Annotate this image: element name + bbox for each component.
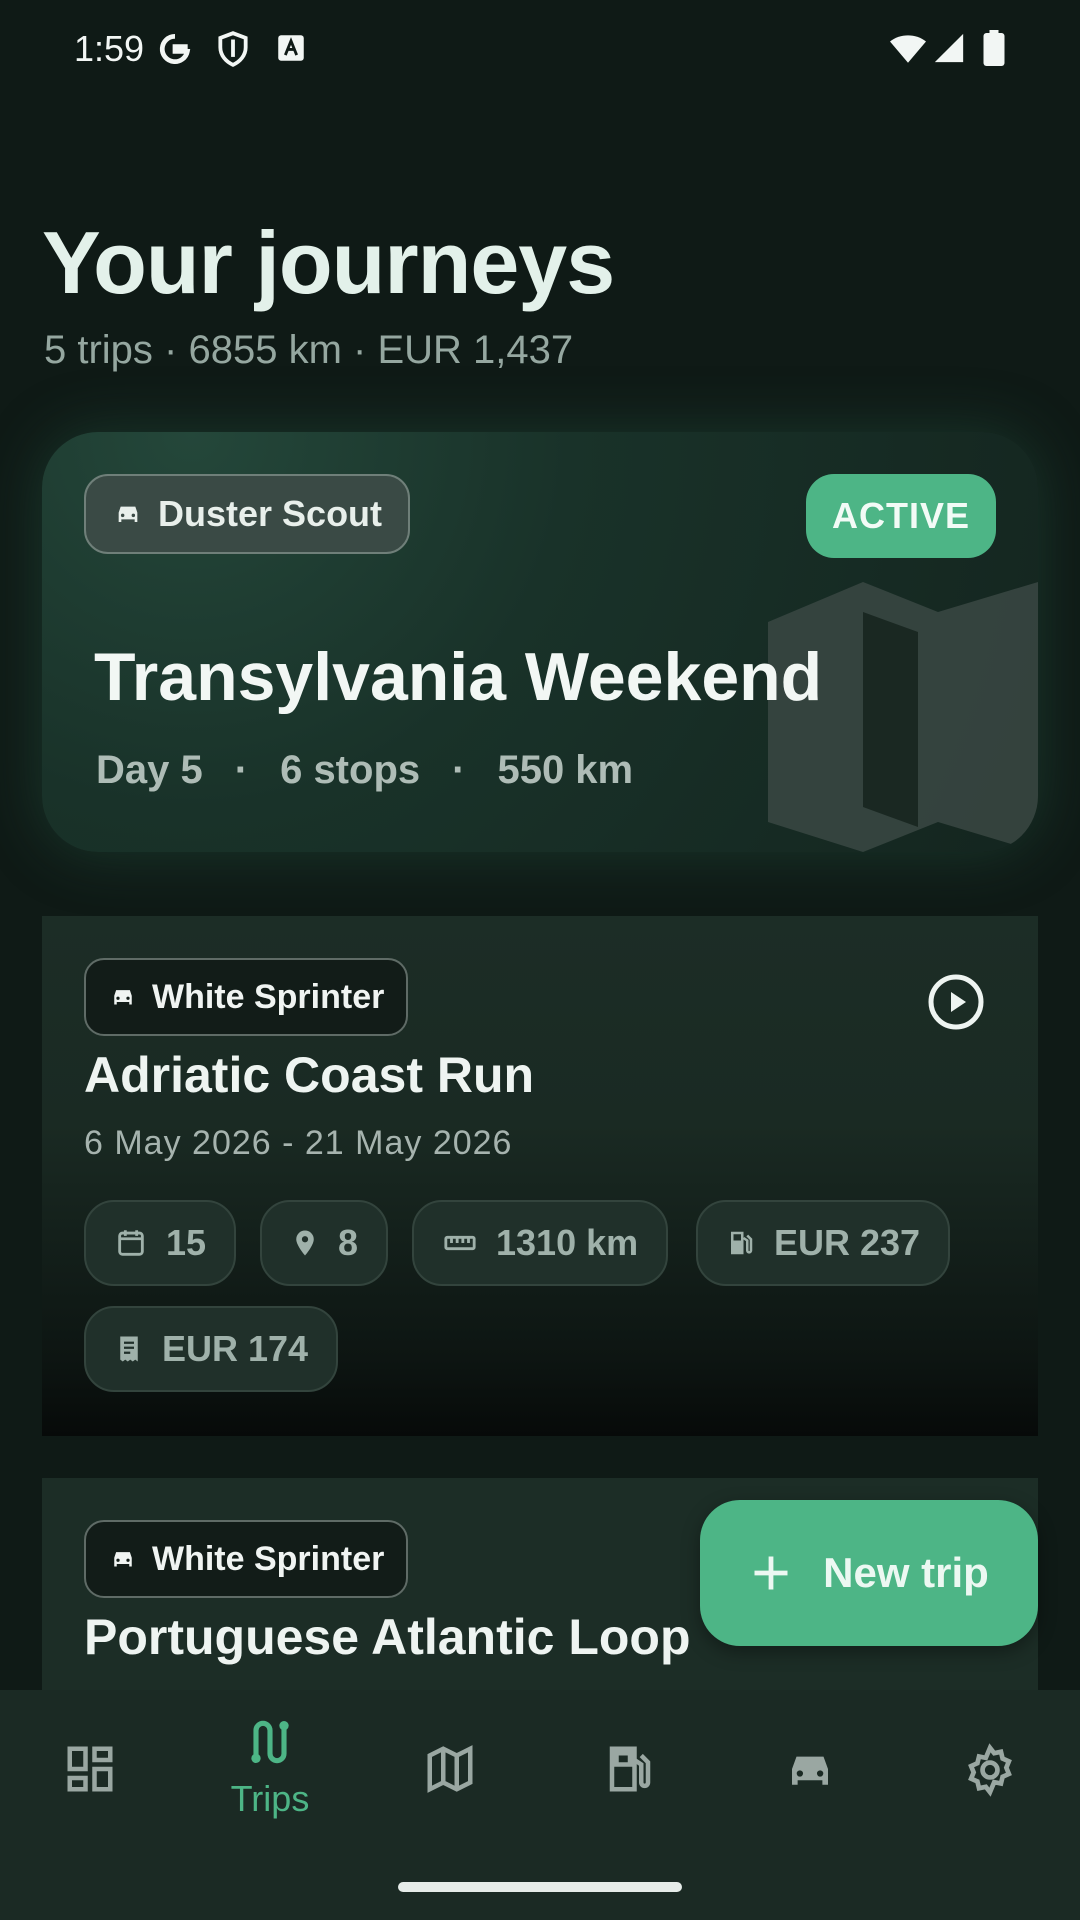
trip-distance: 550 km (497, 748, 634, 792)
vehicle-pill: White Sprinter (84, 1520, 409, 1598)
google-icon (159, 33, 191, 65)
nav-trips-label: Trips (230, 1778, 310, 1819)
trip-dates: 6 May 2026 - 21 May 2026 (84, 1124, 513, 1162)
location-pin-icon (296, 1230, 314, 1256)
app-notification-icon (278, 35, 304, 61)
active-trip-meta: Day 5 · 6 stops · 550 km (96, 748, 633, 793)
status-time: 1:59 (74, 28, 145, 69)
trips-summary: 5 trips · 6855 km · EUR 1,437 (44, 328, 574, 372)
new-trip-label: New trip (823, 1549, 989, 1596)
play-button[interactable] (926, 972, 986, 1032)
car-icon (114, 1552, 132, 1567)
trip-title: Adriatic Coast Run (84, 1047, 535, 1103)
days-count: 15 (166, 1222, 207, 1263)
fuel-icon (731, 1231, 753, 1255)
battery-icon (983, 30, 1005, 66)
vehicle-name: White Sprinter (152, 977, 385, 1016)
fuel-station-icon (609, 1746, 651, 1792)
map-icon (427, 1745, 473, 1793)
stops-chip: 8 (260, 1200, 389, 1286)
meta-separator: · (234, 748, 249, 792)
vehicle-pill: White Sprinter (84, 958, 409, 1036)
vehicle-name: Duster Scout (158, 493, 383, 534)
fuel-cost-chip: EUR 237 (696, 1200, 951, 1286)
nav-vehicles[interactable] (750, 1742, 870, 1796)
map-watermark-icon (768, 582, 1038, 852)
route-icon (251, 1720, 289, 1764)
distance-chip: 1310 km (412, 1200, 669, 1286)
trip-title: Portuguese Atlantic Loop (84, 1609, 691, 1665)
page-title: Your journeys (42, 213, 615, 312)
tolls-cost-chip: EUR 174 (84, 1306, 339, 1392)
receipt-icon (120, 1336, 138, 1362)
trip-day: Day 5 (96, 748, 203, 792)
stops-count: 8 (338, 1222, 359, 1263)
nav-trips[interactable]: Trips (210, 1714, 330, 1820)
nav-map[interactable] (390, 1742, 510, 1796)
days-chip: 15 (84, 1200, 237, 1286)
wifi-icon (890, 35, 926, 63)
shield-icon (218, 31, 248, 67)
car-icon (114, 990, 132, 1005)
home-indicator[interactable] (398, 1882, 682, 1892)
trip-card[interactable]: White Sprinter Adriatic Coast Run 6 May … (42, 916, 1038, 1436)
nav-settings[interactable] (930, 1742, 1050, 1798)
fuel-cost: EUR 237 (774, 1222, 921, 1263)
meta-separator: · (452, 748, 466, 792)
status-badge: ACTIVE (806, 474, 996, 558)
vehicle-pill: Duster Scout (84, 474, 411, 554)
cellular-signal-icon (934, 33, 964, 63)
dashboard-icon (67, 1746, 113, 1792)
ruler-icon (444, 1235, 476, 1251)
nav-dashboard[interactable] (30, 1742, 150, 1796)
tolls-cost: EUR 174 (162, 1328, 309, 1369)
calendar-icon (118, 1230, 144, 1256)
active-trip-card[interactable]: Duster Scout ACTIVE Transylvania Weekend… (42, 432, 1038, 852)
car-icon (792, 1756, 828, 1785)
active-trip-title: Transylvania Weekend (94, 639, 823, 715)
distance-value: 1310 km (496, 1222, 639, 1263)
nav-fuel[interactable] (570, 1742, 690, 1796)
vehicle-name: White Sprinter (152, 1539, 385, 1578)
plus-icon (754, 1556, 788, 1590)
new-trip-button[interactable]: New trip (700, 1500, 1038, 1646)
car-icon (118, 506, 138, 522)
trip-stops: 6 stops (280, 748, 421, 792)
settings-icon (968, 1743, 1012, 1797)
